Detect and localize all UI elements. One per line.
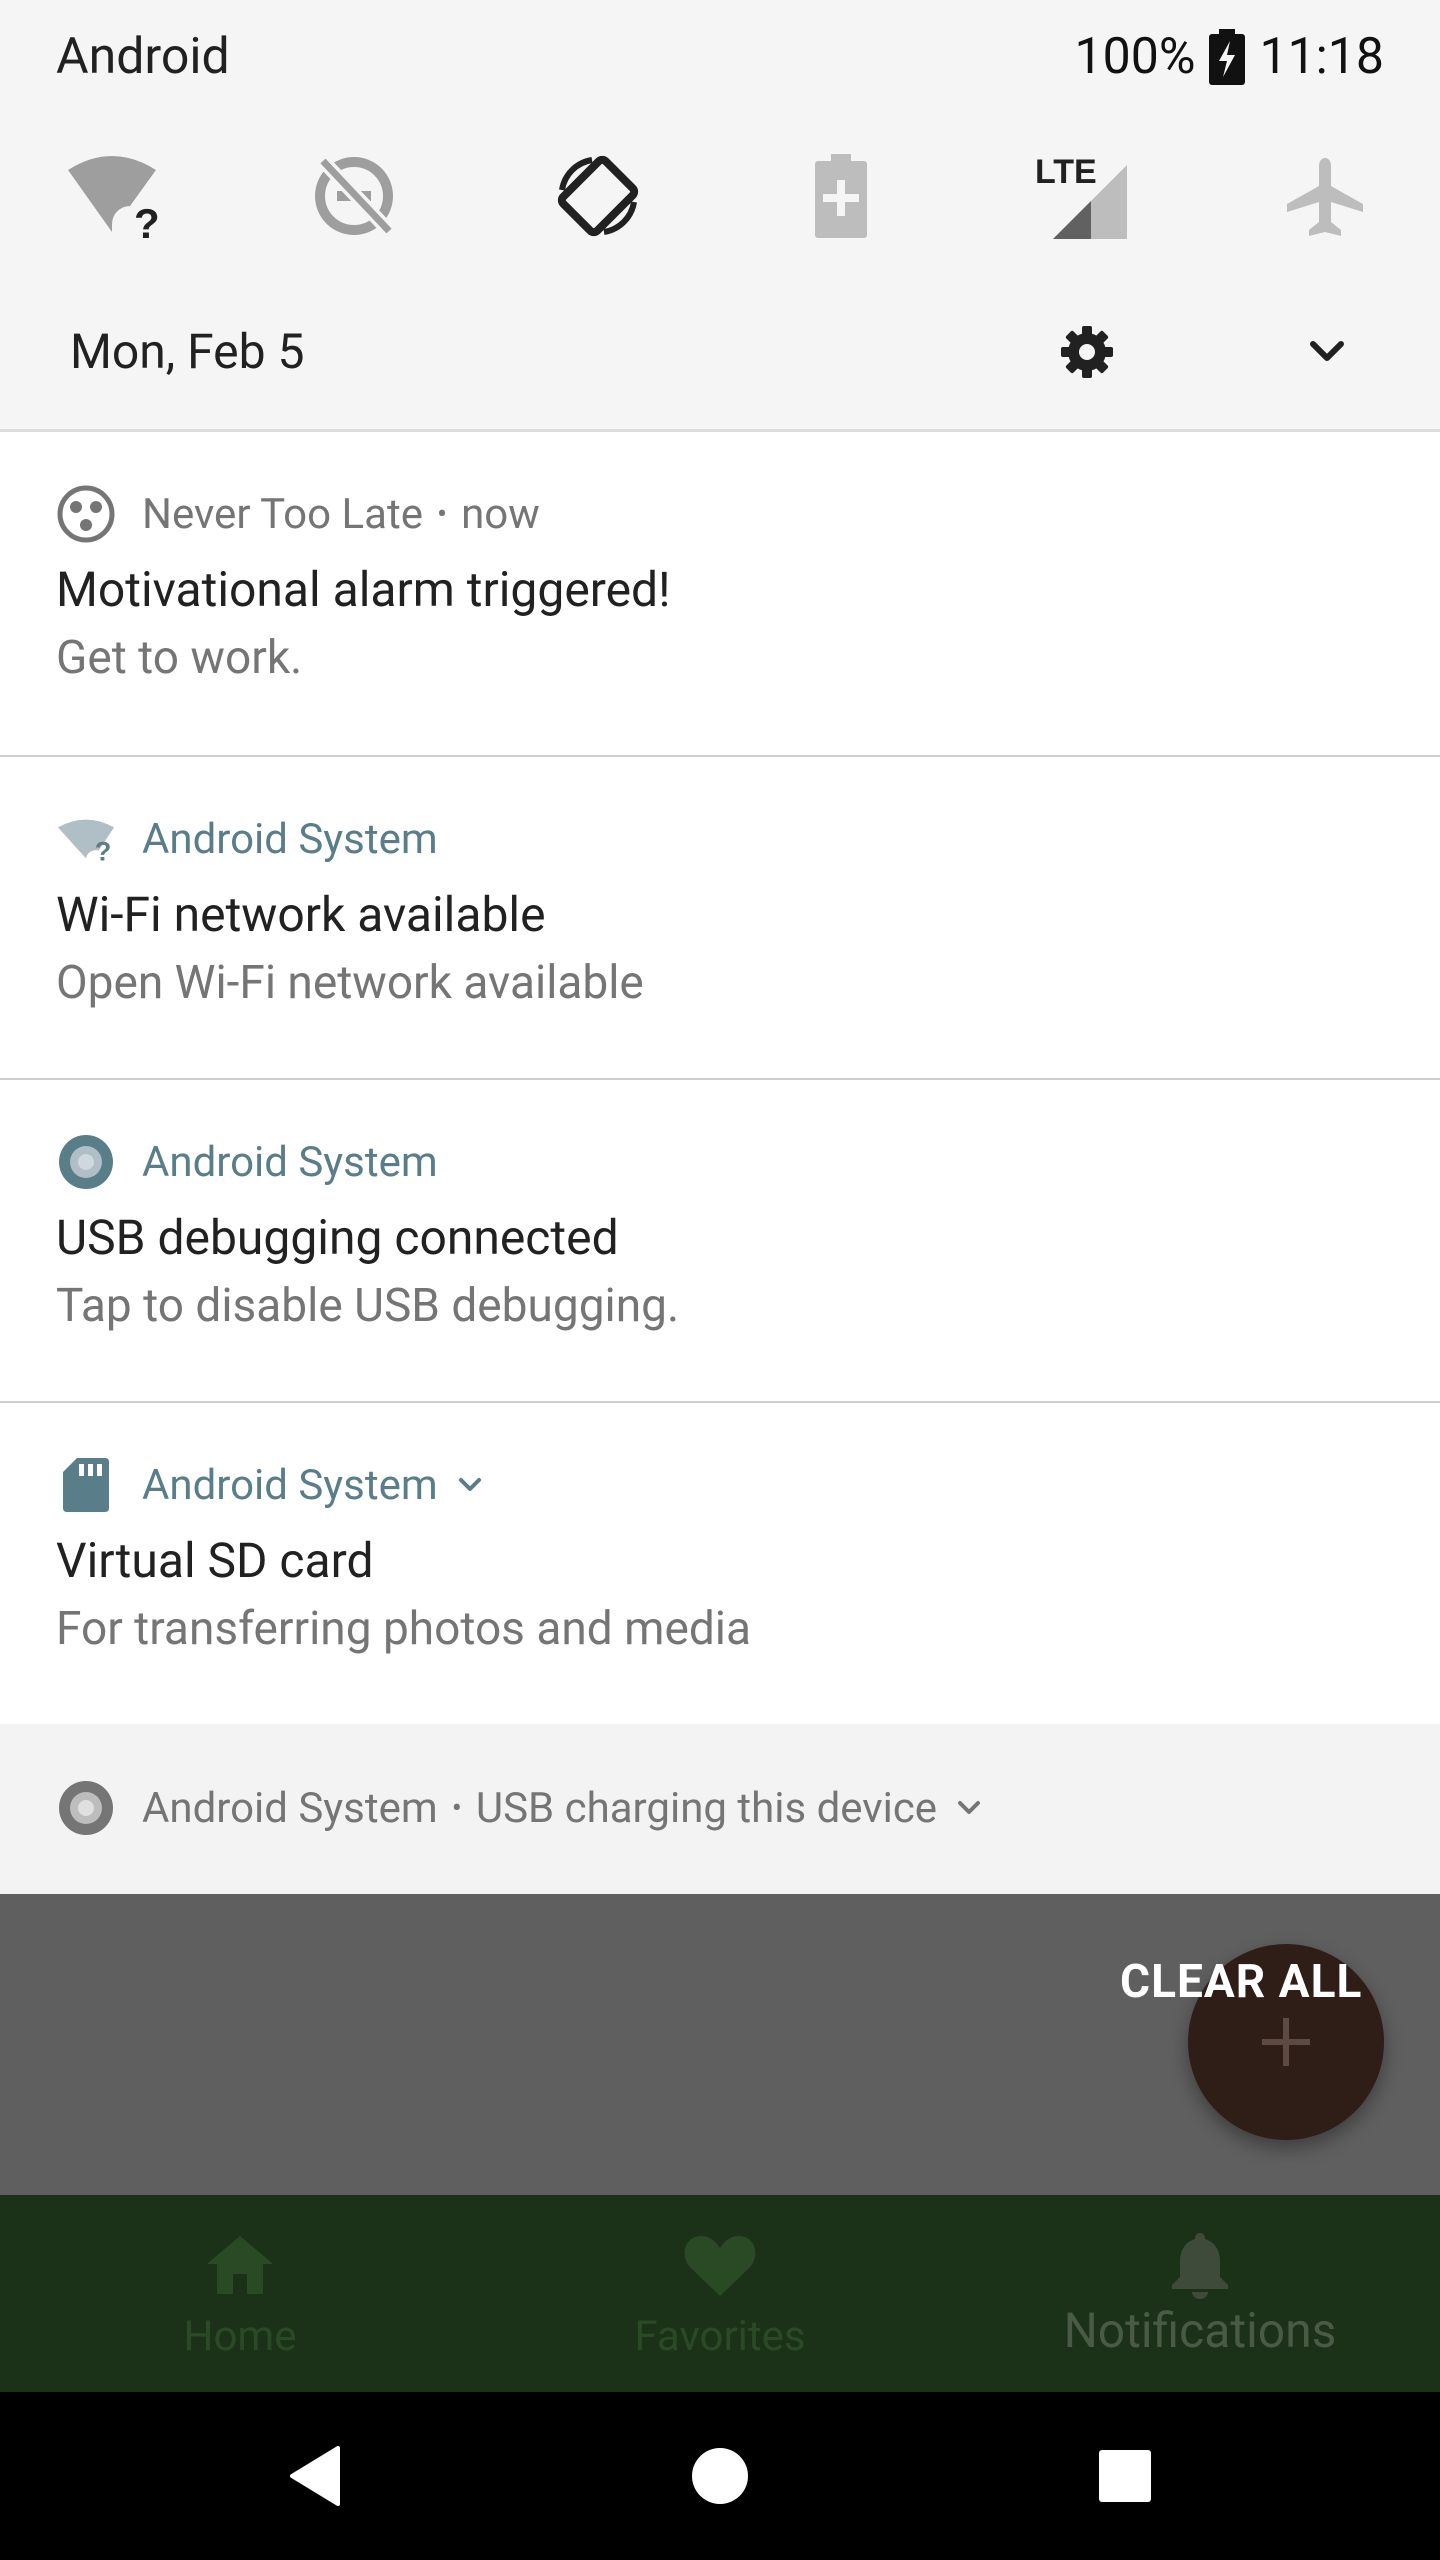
home-button[interactable] (670, 2426, 770, 2526)
notification-subtext: USB charging this device (475, 1783, 938, 1833)
nav-item-notifications[interactable]: Notifications (960, 2195, 1440, 2392)
notification-header: Android System • USB charging this devic… (56, 1778, 983, 1838)
date-row: Mon, Feb 5 (0, 312, 1440, 392)
wifi-unknown-icon[interactable]: ? (64, 148, 160, 244)
back-button[interactable] (266, 2426, 366, 2526)
home-icon (0, 2229, 480, 2301)
app-icon (56, 484, 116, 544)
clear-all-button[interactable]: CLEAR ALL (1120, 1952, 1362, 2012)
quick-settings-panel: Android 100% 11:18 ? LTE Mon, Feb 5 (0, 0, 1440, 432)
recents-button[interactable] (1075, 2426, 1175, 2526)
app-name: Android System (142, 814, 438, 864)
back-triangle-icon (290, 2446, 340, 2506)
carrier-label: Android (56, 28, 230, 86)
notification-title: Motivational alarm triggered! (56, 561, 671, 618)
heart-icon (480, 2229, 960, 2301)
notification-text: Tap to disable USB debugging. (56, 1279, 680, 1333)
battery-charging-icon (1209, 29, 1246, 85)
notification-wifi-available[interactable]: ? Android System Wi-Fi network available… (0, 757, 1440, 1080)
nav-item-favorites[interactable]: Favorites (480, 2195, 960, 2392)
battery-saver-icon[interactable] (793, 148, 889, 244)
notification-title: USB debugging connected (56, 1209, 619, 1266)
notification-title: Virtual SD card (56, 1532, 374, 1589)
notification-time: now (461, 489, 540, 539)
android-system-icon (56, 1778, 116, 1838)
notification-header: Android System (56, 1455, 484, 1515)
nav-item-home[interactable]: Home (0, 2195, 480, 2392)
chevron-down-icon[interactable] (456, 1475, 484, 1495)
battery-percent: 100% (1074, 28, 1196, 86)
airplane-mode-icon[interactable] (1277, 148, 1373, 244)
settings-gear-icon[interactable] (1047, 312, 1127, 392)
auto-rotate-icon[interactable] (550, 148, 646, 244)
bell-icon (960, 2229, 1440, 2301)
notification-header: Android System (56, 1132, 438, 1192)
home-circle-icon (692, 2448, 748, 2504)
clock: 11:18 (1259, 28, 1384, 86)
nav-label: Favorites (634, 2312, 806, 2361)
app-name: Android System (142, 1137, 438, 1187)
svg-text:?: ? (95, 835, 112, 863)
notification-title: Wi-Fi network available (56, 886, 546, 943)
separator-dot: • (436, 496, 448, 532)
chevron-down-icon[interactable] (955, 1798, 983, 1818)
system-navigation-bar (0, 2392, 1440, 2560)
notification-text: Get to work. (56, 631, 303, 685)
notification-header: ? Android System (56, 809, 438, 869)
bottom-navigation: Home Favorites Notifications (0, 2195, 1440, 2392)
app-name: Android System (142, 1783, 438, 1833)
data-saver-off-icon[interactable] (306, 148, 402, 244)
notification-text: For transferring photos and media (56, 1602, 751, 1656)
notification-usb-charging[interactable]: Android System • USB charging this devic… (0, 1724, 1440, 1894)
chevron-down-icon[interactable] (1287, 312, 1367, 392)
notification-header: Never Too Late • now (56, 484, 540, 544)
wifi-unknown-icon: ? (56, 809, 116, 869)
date-label[interactable]: Mon, Feb 5 (70, 312, 304, 392)
sd-card-icon (56, 1455, 116, 1515)
notification-virtual-sd-card[interactable]: Android System Virtual SD card For trans… (0, 1403, 1440, 1726)
android-system-icon (56, 1132, 116, 1192)
nav-label: Notifications (1063, 2302, 1337, 2359)
nav-label: Home (183, 2312, 297, 2361)
lte-signal-icon[interactable]: LTE (1035, 148, 1131, 244)
separator-dot: • (451, 1790, 462, 1826)
notification-text: Open Wi-Fi network available (56, 956, 644, 1010)
app-name: Android System (142, 1460, 438, 1510)
svg-text:?: ? (134, 200, 160, 244)
quick-settings-tiles: ? LTE (0, 148, 1440, 244)
notification-never-too-late[interactable]: Never Too Late • now Motivational alarm … (0, 432, 1440, 757)
notification-usb-debugging[interactable]: Android System USB debugging connected T… (0, 1080, 1440, 1403)
app-name: Never Too Late (142, 489, 423, 539)
status-icons: 100% 11:18 (1075, 22, 1384, 92)
svg-text:LTE: LTE (1035, 153, 1097, 191)
plus-icon (1262, 2018, 1310, 2066)
recents-square-icon (1099, 2450, 1151, 2502)
